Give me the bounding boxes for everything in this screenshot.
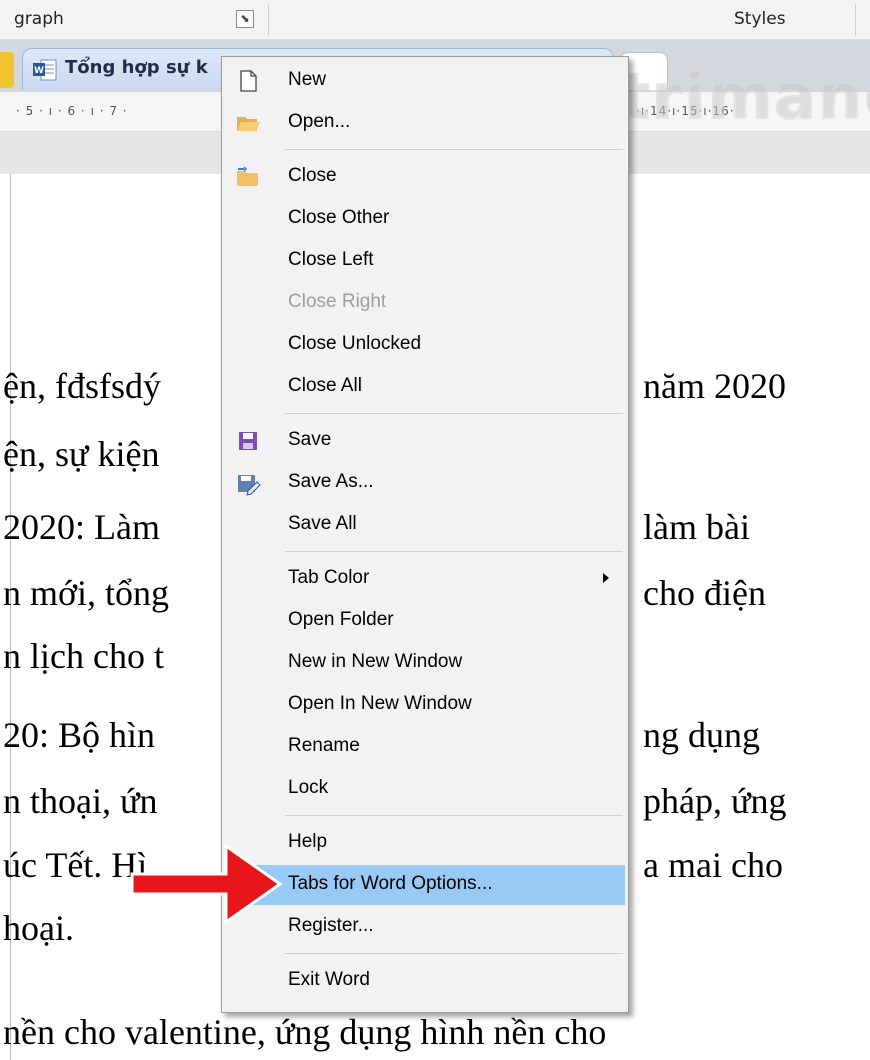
menu-separator	[285, 551, 623, 552]
document-text-line: ng dụng	[643, 715, 760, 755]
menu-item-save-as[interactable]: Save As...	[225, 463, 625, 503]
document-text-line: ện, sự kiện	[3, 434, 160, 474]
menu-item-save[interactable]: Save	[225, 421, 625, 461]
menu-separator	[285, 953, 623, 954]
document-text-line: làm bài	[643, 507, 750, 547]
document-tab-title: Tổng hợp sự k	[65, 57, 208, 78]
menu-item-close-right: Close Right	[288, 291, 387, 312]
new-document-icon	[240, 70, 257, 92]
document-text-line: năm 2020	[643, 366, 786, 406]
svg-text:W: W	[34, 66, 44, 76]
save-as-icon	[238, 475, 261, 496]
document-text-line: nền cho valentine, ứng dụng hình nền cho	[3, 1012, 607, 1052]
open-folder-icon	[237, 117, 260, 131]
document-text-line: úc Tết. Hì	[3, 845, 148, 885]
close-folder-icon	[237, 166, 258, 186]
menu-separator	[285, 413, 623, 414]
document-text-line: n lịch cho t	[3, 636, 164, 676]
ruler-ticks-left: · 5 · ı · 6 · ı · 7 ·	[16, 104, 128, 118]
menu-item-open-folder[interactable]: Open Folder	[225, 601, 625, 641]
styles-group-label: Styles	[734, 9, 786, 29]
menu-item-close-all[interactable]: Close All	[225, 367, 625, 407]
word-document-icon: W	[33, 59, 57, 81]
document-text-line: hoại.	[3, 908, 74, 948]
menu-item-close-left[interactable]: Close Left	[225, 241, 625, 281]
document-text-line: 2020: Làm	[3, 507, 160, 547]
previous-tab-nub[interactable]	[0, 52, 14, 88]
menu-separator	[285, 149, 623, 150]
ribbon-group-labels: graph ⬊ Styles	[0, 0, 870, 40]
document-text-line: cho điện	[643, 573, 766, 613]
menu-item-close-other[interactable]: Close Other	[225, 199, 625, 239]
menu-item-close[interactable]: Close	[225, 157, 625, 197]
menu-separator	[285, 815, 623, 816]
menu-item-rename[interactable]: Rename	[225, 727, 625, 767]
menu-item-open[interactable]: Open...	[225, 103, 625, 143]
document-text-line: a mai cho	[643, 845, 783, 885]
paragraph-group-label: graph	[14, 9, 64, 29]
document-text-line: n thoại, ứn	[3, 781, 158, 821]
document-text-line: pháp, ứng	[643, 781, 787, 821]
red-arrow-annotation-icon	[130, 843, 283, 925]
menu-item-exit-word[interactable]: Exit Word	[225, 961, 625, 1001]
menu-item-tab-color[interactable]: Tab Color	[225, 559, 625, 599]
menu-item-new[interactable]: New	[225, 61, 625, 101]
save-icon	[239, 432, 257, 450]
dialog-launcher-icon[interactable]: ⬊	[236, 10, 254, 28]
ribbon-divider	[268, 4, 269, 36]
menu-item-close-unlocked[interactable]: Close Unlocked	[225, 325, 625, 365]
menu-item-save-all[interactable]: Save All	[225, 505, 625, 545]
ribbon-divider	[855, 4, 856, 36]
menu-item-new-in-new-window[interactable]: New in New Window	[225, 643, 625, 683]
menu-item-lock[interactable]: Lock	[225, 769, 625, 809]
menu-item-open-in-new-window[interactable]: Open In New Window	[225, 685, 625, 725]
document-text-line: n mới, tổng	[3, 573, 170, 613]
submenu-arrow-icon	[603, 573, 609, 583]
document-text-line: 20: Bộ hìn	[3, 715, 156, 755]
document-text-line: ện, fđsfsdý	[3, 366, 161, 406]
